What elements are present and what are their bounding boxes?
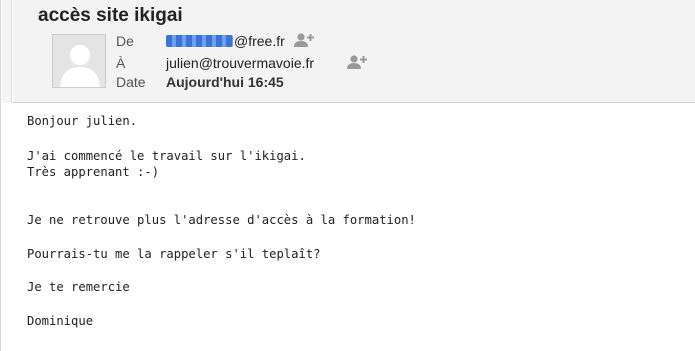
body-line: Je ne retrouve plus l'adresse d'accès à … xyxy=(27,213,416,227)
to-address[interactable]: julien@trouvermavoie.fr xyxy=(166,55,314,71)
body-line: Dominique xyxy=(27,314,94,328)
email-viewer: accès site ikigai De @free.fr À julien@t… xyxy=(0,0,695,351)
from-value[interactable]: @free.fr xyxy=(166,33,285,49)
add-contact-icon[interactable] xyxy=(293,32,315,48)
email-subject: accès site ikigai xyxy=(38,5,183,26)
to-label: À xyxy=(116,55,126,71)
body-line: Très apprenant :-) xyxy=(27,165,160,179)
body-line: Je te remercie xyxy=(27,280,130,294)
body-line: Pourrais-tu me la rappeler s'il teplaît? xyxy=(27,247,321,261)
redacted-sender-name xyxy=(166,35,233,47)
sender-avatar xyxy=(52,34,106,88)
left-margin-strip xyxy=(2,0,12,103)
user-silhouette-icon xyxy=(53,35,105,87)
body-line: J'ai commencé le travail sur l'ikigai. xyxy=(27,149,306,163)
add-contact-icon[interactable] xyxy=(346,54,368,70)
date-label: Date xyxy=(116,74,146,90)
body-line: Bonjour julien. xyxy=(27,114,138,128)
from-label: De xyxy=(116,33,134,49)
from-address-suffix: @free.fr xyxy=(234,33,285,49)
date-value: Aujourd'hui 16:45 xyxy=(166,74,284,90)
